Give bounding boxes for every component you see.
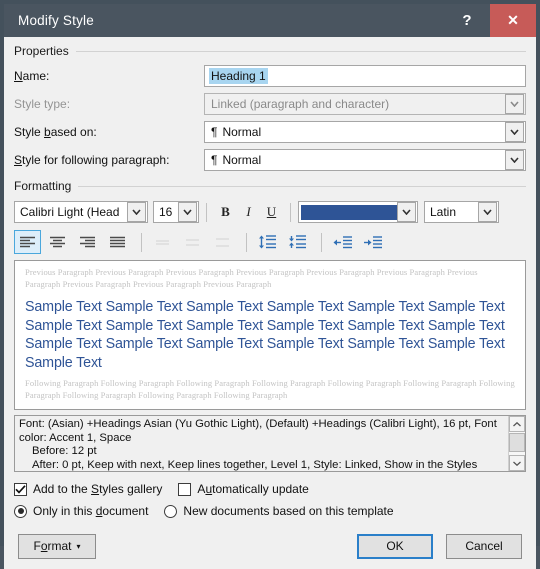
automatically-update-label[interactable]: Automatically update — [197, 482, 308, 496]
modify-style-dialog: Modify Style ? ✕ Properties Name: Headin… — [0, 0, 540, 569]
format-button-label: Format — [33, 539, 72, 553]
name-input[interactable]: Heading 1 — [204, 65, 526, 87]
description-line-1: Font: (Asian) +Headings Asian (Yu Gothic… — [19, 418, 472, 430]
style-type-value: Linked (paragraph and character) — [211, 97, 390, 111]
align-justify-button[interactable] — [104, 230, 131, 254]
style-based-on-row: Style based on: ¶ Normal — [14, 120, 526, 144]
style-type-label: Style type: — [14, 97, 71, 111]
italic-button[interactable]: I — [237, 201, 260, 223]
style-type-select: Linked (paragraph and character) — [204, 93, 526, 115]
paragraph-toolbar — [14, 228, 526, 256]
preview-previous-paragraph: Previous Paragraph Previous Paragraph Pr… — [25, 267, 478, 289]
align-left-button[interactable] — [14, 230, 41, 254]
chevron-down-icon[interactable] — [478, 202, 497, 222]
pilcrow-icon: ¶ — [211, 153, 218, 167]
style-following-label: Style for following paragraph: — [14, 153, 170, 167]
font-toolbar: Calibri Light (Head 16 B I U Latin — [14, 199, 526, 225]
name-label: Name: — [14, 69, 50, 83]
scroll-down-icon[interactable] — [509, 455, 525, 471]
chevron-down-icon[interactable] — [178, 202, 197, 222]
title-bar: Modify Style ? ✕ — [4, 4, 536, 37]
underline-button[interactable]: U — [260, 201, 283, 223]
style-based-on-label: Style based on: — [14, 125, 97, 139]
options-section: Add to the Styles gallery Automatically … — [14, 479, 526, 521]
chevron-down-icon[interactable] — [397, 202, 416, 222]
style-preview: Previous Paragraph Previous Paragraph Pr… — [14, 260, 526, 410]
scroll-up-icon[interactable] — [509, 416, 525, 432]
new-documents-radio[interactable] — [164, 504, 178, 518]
style-description-box: Font: (Asian) +Headings Asian (Yu Gothic… — [14, 415, 526, 472]
close-button[interactable]: ✕ — [490, 4, 536, 37]
new-documents-label[interactable]: New documents based on this template — [183, 504, 393, 518]
font-name-select[interactable]: Calibri Light (Head — [14, 201, 148, 223]
line-spacing-1-5-button — [179, 230, 206, 254]
description-line-3: Before: 12 pt — [32, 445, 97, 458]
add-to-styles-gallery-label[interactable]: Add to the Styles gallery — [33, 482, 162, 496]
line-spacing-double-button — [209, 230, 236, 254]
preview-sample-text: Sample Text Sample Text Sample Text Samp… — [25, 299, 505, 371]
toolbar-separator — [246, 232, 247, 252]
ok-button[interactable]: OK — [357, 533, 433, 559]
name-row: Name: Heading 1 — [14, 64, 526, 88]
properties-group-header: Properties — [14, 44, 526, 58]
script-value: Latin — [430, 205, 457, 219]
pilcrow-icon: ¶ — [211, 125, 218, 139]
align-right-button[interactable] — [74, 230, 101, 254]
group-divider — [75, 50, 526, 52]
caret-down-icon: ▾ — [76, 541, 81, 551]
font-color-select[interactable] — [298, 201, 418, 223]
style-following-row: Style for following paragraph: ¶ Normal — [14, 148, 526, 172]
group-divider — [78, 185, 526, 187]
name-input-value: Heading 1 — [209, 68, 268, 84]
automatically-update-checkbox[interactable] — [178, 482, 192, 496]
font-name-value: Calibri Light (Head — [20, 205, 120, 219]
style-following-select[interactable]: ¶ Normal — [204, 149, 526, 171]
help-button[interactable]: ? — [444, 4, 490, 37]
style-description-text: Font: (Asian) +Headings Asian (Yu Gothic… — [15, 416, 508, 471]
window-title: Modify Style — [18, 13, 94, 28]
dialog-footer: Format ▾ OK Cancel — [4, 523, 536, 569]
format-button[interactable]: Format ▾ — [18, 533, 96, 559]
cancel-button[interactable]: Cancel — [446, 533, 522, 559]
checkbox-row: Add to the Styles gallery Automatically … — [14, 479, 526, 499]
font-color-swatch — [301, 204, 397, 220]
bold-button[interactable]: B — [214, 201, 237, 223]
chevron-down-icon[interactable] — [127, 202, 146, 222]
chevron-down-icon — [505, 94, 524, 114]
align-center-button[interactable] — [44, 230, 71, 254]
description-line-4: After: 0 pt, Keep with next, Keep lines … — [32, 458, 478, 471]
font-size-value: 16 — [159, 205, 173, 219]
line-spacing-single-button — [149, 230, 176, 254]
style-based-on-select[interactable]: ¶ Normal — [204, 121, 526, 143]
dialog-body: Properties Name: Heading 1 Style type: L… — [4, 37, 536, 523]
toolbar-separator — [321, 232, 322, 252]
style-type-row: Style type: Linked (paragraph and charac… — [14, 92, 526, 116]
radio-row: Only in this document New documents base… — [14, 501, 526, 521]
decrease-paragraph-spacing-button[interactable] — [284, 230, 311, 254]
preview-following-paragraph: Following Paragraph Following Paragraph … — [25, 378, 515, 400]
radio-dot — [17, 508, 24, 514]
only-in-this-document-radio[interactable] — [14, 504, 27, 518]
chevron-down-icon[interactable] — [505, 122, 524, 142]
formatting-group-label: Formatting — [14, 179, 72, 193]
checkmark-icon — [15, 484, 26, 494]
increase-paragraph-spacing-button[interactable] — [254, 230, 281, 254]
formatting-group-header: Formatting — [14, 179, 526, 193]
style-following-value: ¶ Normal — [211, 153, 262, 167]
style-based-on-value: ¶ Normal — [211, 125, 262, 139]
scrollbar-thumb[interactable] — [509, 433, 525, 452]
only-in-this-document-label[interactable]: Only in this document — [33, 504, 148, 518]
properties-group-label: Properties — [14, 44, 69, 58]
chevron-down-icon[interactable] — [505, 150, 524, 170]
font-size-select[interactable]: 16 — [153, 201, 199, 223]
script-select[interactable]: Latin — [424, 201, 499, 223]
toolbar-separator — [206, 202, 207, 222]
increase-indent-button[interactable] — [359, 230, 386, 254]
add-to-styles-gallery-checkbox[interactable] — [14, 482, 27, 496]
toolbar-separator — [141, 232, 142, 252]
decrease-indent-button[interactable] — [329, 230, 356, 254]
toolbar-separator — [290, 202, 291, 222]
description-scrollbar[interactable] — [508, 416, 525, 471]
